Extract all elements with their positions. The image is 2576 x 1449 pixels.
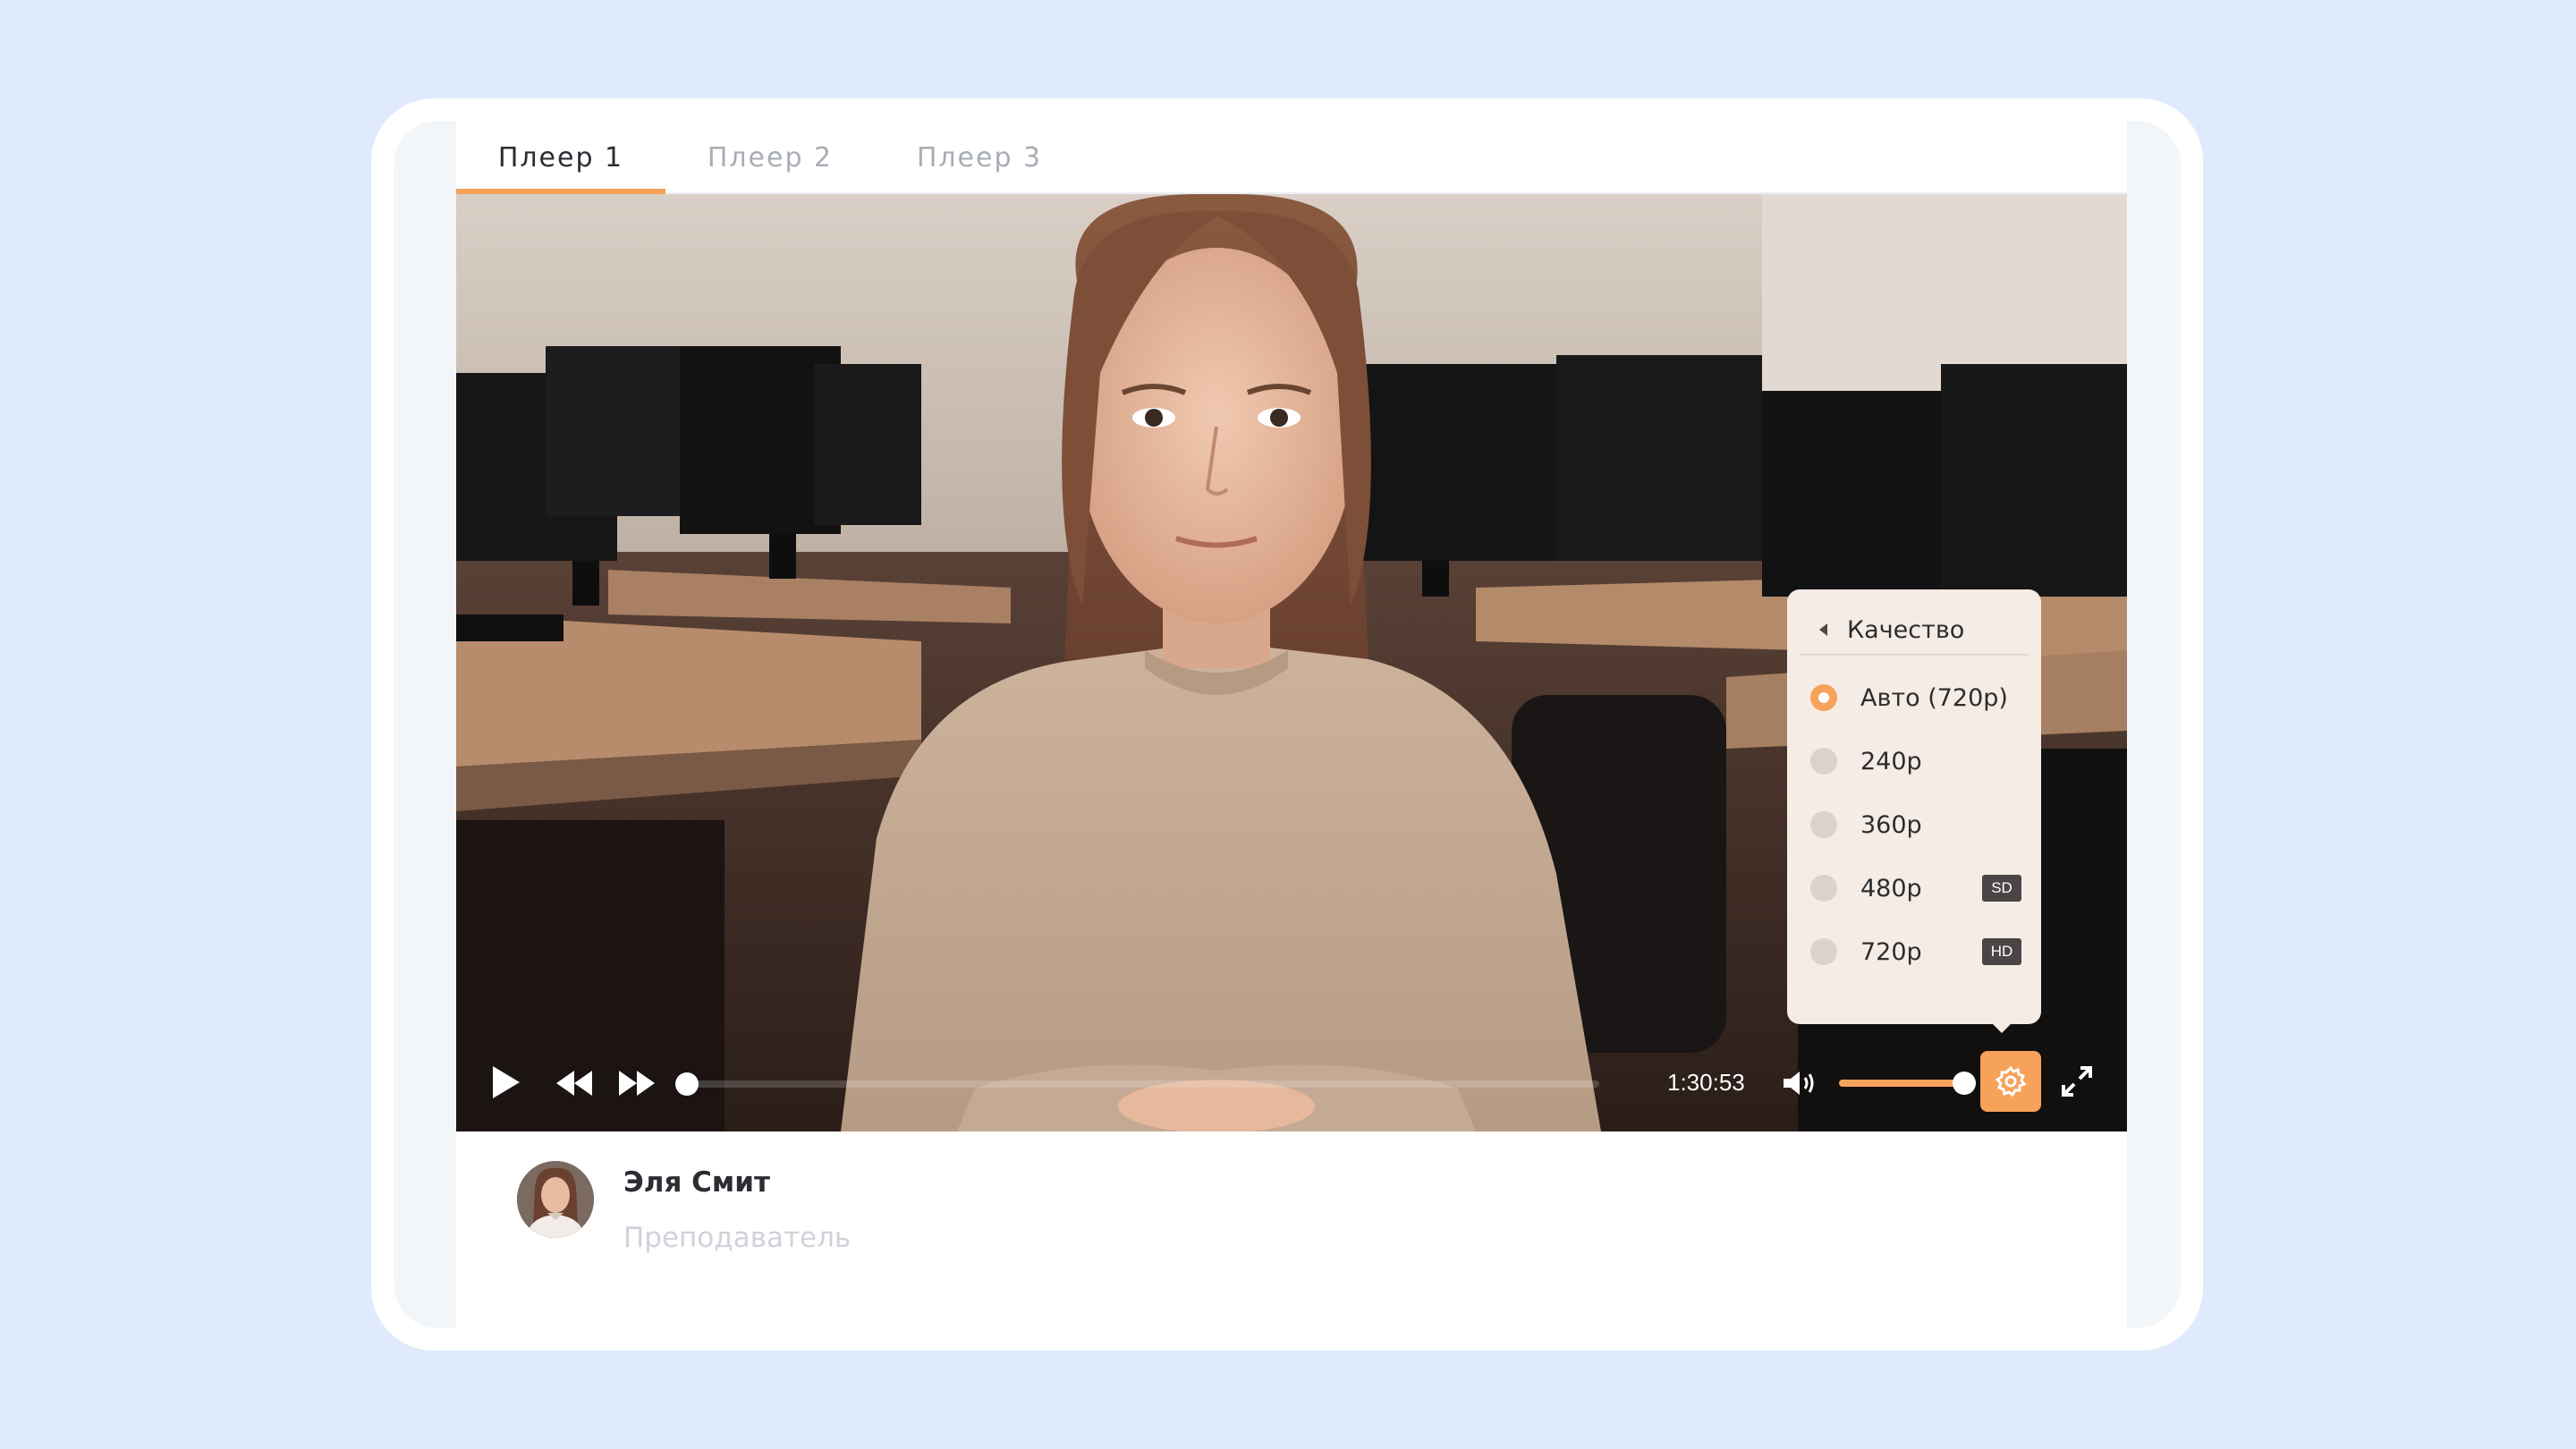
avatar-photo <box>517 1161 594 1238</box>
quality-option-360p[interactable]: 360p <box>1810 800 2021 850</box>
settings-button[interactable] <box>1980 1051 2041 1112</box>
radio-unchecked-icon[interactable] <box>1810 938 1837 965</box>
radio-unchecked-icon[interactable] <box>1810 811 1837 838</box>
radio-checked-icon[interactable] <box>1810 684 1837 711</box>
tab-player-2[interactable]: Плеер 2 <box>665 121 875 194</box>
sd-badge: SD <box>1982 875 2021 902</box>
avatar <box>517 1161 594 1238</box>
quality-option-label: 720p <box>1860 937 1922 966</box>
quality-option-label: 360p <box>1860 810 1922 839</box>
rewind-icon <box>556 1071 592 1096</box>
volume-fill <box>1839 1080 1964 1087</box>
quality-option-720p[interactable]: 720p HD <box>1810 927 2021 977</box>
quality-option-label: Авто (720p) <box>1860 683 2008 712</box>
fast-forward-icon <box>619 1071 655 1096</box>
fullscreen-button[interactable] <box>2061 1065 2093 1097</box>
hd-badge: HD <box>1982 938 2021 965</box>
fullscreen-icon <box>2062 1066 2092 1097</box>
play-button[interactable] <box>490 1064 522 1100</box>
quality-option-240p[interactable]: 240p <box>1810 736 2021 786</box>
fast-forward-button[interactable] <box>617 1069 657 1097</box>
gear-icon <box>1995 1065 2027 1097</box>
volume-slider[interactable] <box>1839 1072 1976 1095</box>
chevron-left-icon <box>1819 623 1827 636</box>
quality-option-label: 480p <box>1860 874 1922 902</box>
volume-icon <box>1784 1072 1814 1095</box>
progress-handle[interactable] <box>675 1072 699 1096</box>
progress-bar[interactable] <box>675 1072 1599 1096</box>
quality-menu-back[interactable]: Качество <box>1800 606 2029 656</box>
presenter-role: Преподаватель <box>623 1222 852 1254</box>
player-tabs: Плеер 1 Плеер 2 Плеер 3 <box>456 121 2127 196</box>
quality-menu-title: Качество <box>1847 615 1965 644</box>
quality-menu: Качество Авто (720p) 240p 360p 480p SD 7… <box>1787 589 2041 1033</box>
quality-option-label: 240p <box>1860 747 1922 775</box>
quality-option-480p[interactable]: 480p SD <box>1810 863 2021 913</box>
tab-player-1[interactable]: Плеер 1 <box>456 121 665 196</box>
rewind-button[interactable] <box>555 1069 594 1097</box>
radio-unchecked-icon[interactable] <box>1810 748 1837 775</box>
play-icon <box>493 1066 520 1098</box>
quality-option-auto[interactable]: Авто (720p) <box>1810 673 2021 723</box>
tab-player-3[interactable]: Плеер 3 <box>875 121 1084 194</box>
video-frame[interactable]: Качество Авто (720p) 240p 360p 480p SD 7… <box>456 194 2127 1131</box>
volume-button[interactable] <box>1782 1069 1818 1097</box>
time-display: 1:30:53 <box>1667 1069 1745 1096</box>
presenter-name: Эля Смит <box>623 1166 770 1199</box>
radio-unchecked-icon[interactable] <box>1810 875 1837 902</box>
volume-handle[interactable] <box>1953 1072 1976 1095</box>
